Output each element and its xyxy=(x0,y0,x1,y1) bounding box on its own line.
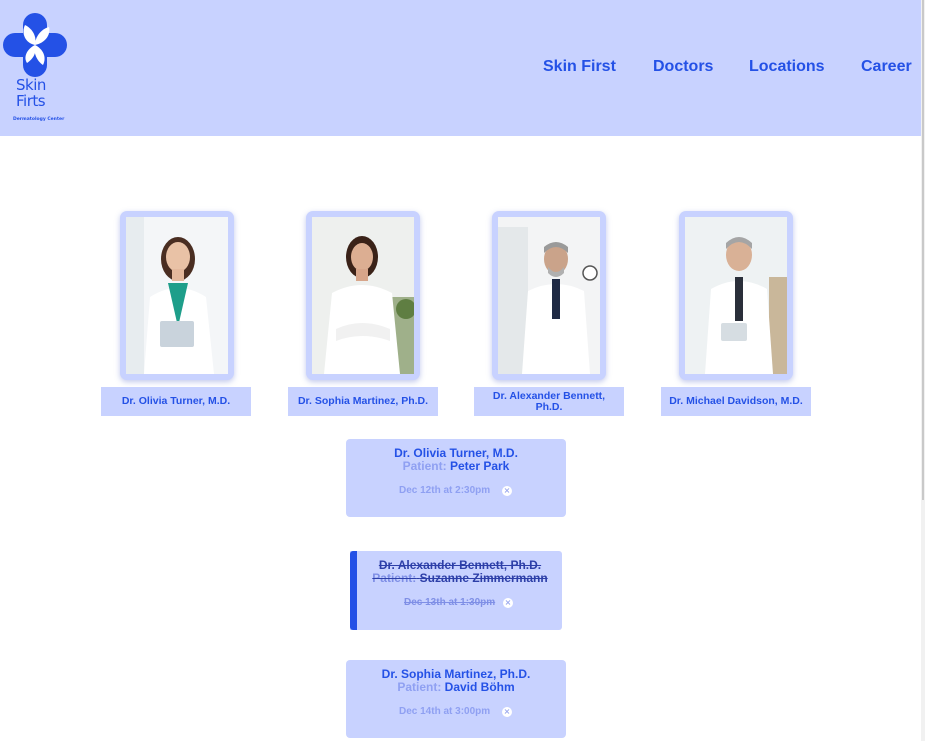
appointment-card[interactable]: Dr. Olivia Turner, M.D. Patient: Peter P… xyxy=(346,439,566,517)
patient-name: Peter Park xyxy=(449,459,510,473)
doctor-name[interactable]: Dr. Olivia Turner, M.D. xyxy=(101,387,251,416)
appointment-time: Dec 12th at 2:30pm xyxy=(399,485,491,496)
nav-locations[interactable]: Locations xyxy=(749,58,825,76)
logo-line-1: Skin xyxy=(16,76,46,94)
site-header: Skin Firts Dermatology Center Skin First… xyxy=(0,0,921,136)
doctor-photo-frame[interactable] xyxy=(120,211,234,380)
logo-tagline: Dermatology Center xyxy=(13,117,65,122)
doctor-photo xyxy=(126,217,228,374)
patient-label: Patient: xyxy=(372,571,417,585)
patient-label: Patient: xyxy=(402,459,447,473)
doctor-photo-frame[interactable] xyxy=(679,211,793,380)
doctor-photo xyxy=(312,217,414,374)
brand-logo[interactable]: Skin Firts Dermatology Center xyxy=(3,13,67,125)
appointment-card[interactable]: Dr. Sophia Martinez, Ph.D. Patient: Davi… xyxy=(346,660,566,738)
cross-leaf-icon xyxy=(3,13,67,77)
logo-line-2: Firts xyxy=(16,92,46,110)
nav-doctors[interactable]: Doctors xyxy=(653,58,713,76)
page-scrollbar[interactable] xyxy=(921,0,925,741)
remove-appointment-icon[interactable]: × xyxy=(502,486,512,496)
appointment-patient: Patient: Suzanne Zimmermann xyxy=(354,572,566,585)
doctor-photo xyxy=(498,217,600,374)
doctor-name[interactable]: Dr. Michael Davidson, M.D. xyxy=(661,387,811,416)
appointment-patient: Patient: Peter Park xyxy=(346,460,566,473)
patient-name: David Böhm xyxy=(444,680,515,694)
doctor-photo-frame[interactable] xyxy=(492,211,606,380)
appointment-time: Dec 14th at 3:00pm xyxy=(399,706,491,717)
doctor-name[interactable]: Dr. Sophia Martinez, Ph.D. xyxy=(288,387,438,416)
doctor-name[interactable]: Dr. Alexander Bennett, Ph.D. xyxy=(474,387,624,416)
patient-label: Patient: xyxy=(397,680,442,694)
nav-skin-first[interactable]: Skin First xyxy=(543,58,616,76)
remove-appointment-icon[interactable]: × xyxy=(502,707,512,717)
scrollbar-thumb[interactable] xyxy=(922,0,924,500)
patient-name: Suzanne Zimmermann xyxy=(419,571,548,585)
doctor-photo xyxy=(685,217,787,374)
remove-appointment-icon[interactable]: × xyxy=(503,598,513,608)
doctor-photo-frame[interactable] xyxy=(306,211,420,380)
appointment-time: Dec 13th at 1:30pm xyxy=(404,597,496,608)
nav-career[interactable]: Career xyxy=(861,58,912,76)
appointment-card-cancelled[interactable]: Dr. Alexander Bennett, Ph.D. Patient: Su… xyxy=(350,551,562,630)
appointment-patient: Patient: David Böhm xyxy=(346,681,566,694)
logo-text: Skin Firts xyxy=(16,77,66,109)
